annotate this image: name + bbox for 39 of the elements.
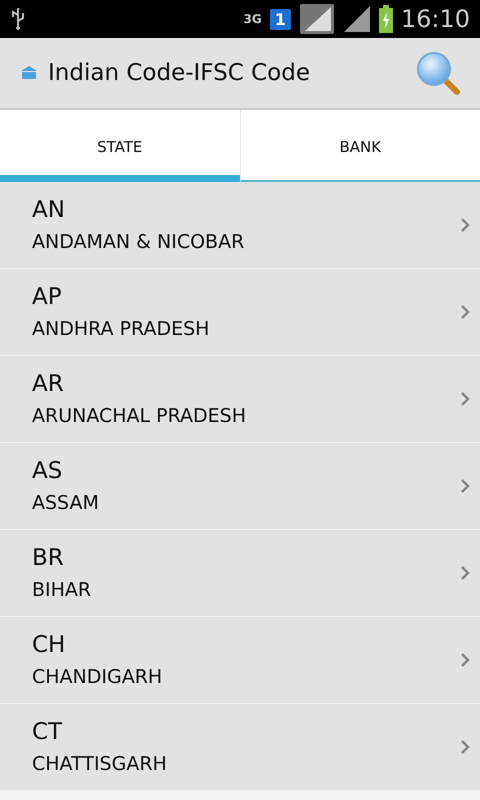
search-icon[interactable] [416,51,460,95]
chevron-icon [460,565,470,581]
state-name: ASSAM [32,492,100,514]
chevron-icon [460,478,470,494]
state-name: CHANDIGARH [32,666,164,688]
signal-icon [342,5,371,33]
state-code: AS [32,458,64,484]
clock: 16:10 [400,5,470,33]
usb-icon [10,7,26,31]
state-code: BR [32,545,65,571]
chevron-icon [460,217,470,233]
state-code: CT [32,719,64,745]
state-code: AR [32,371,65,397]
state-list-item[interactable]: BR BIHAR [0,530,480,617]
state-list-item[interactable]: AP ANDHRA PRADESH [0,269,480,356]
state-list-item[interactable]: AR ARUNACHAL PRADESH [0,356,480,443]
app-title: Indian Code-IFSC Code [48,60,310,86]
state-list-item[interactable]: CH CHANDIGARH [0,617,480,704]
sim-icon: 1 [270,8,291,30]
state-code: CH [32,632,66,658]
network-type: 3G [243,12,262,26]
signal-icon [298,3,335,35]
state-code: AP [32,284,63,310]
state-code: AN [32,197,66,223]
state-name: BIHAR [32,579,92,601]
state-list-item[interactable]: AS ASSAM [0,443,480,530]
state-list-item[interactable]: CT CHATTISGARH [0,704,480,791]
state-name: ANDAMAN & NICOBAR [32,231,246,253]
chevron-icon [460,304,470,320]
bank-icon [20,65,38,81]
state-name: CHATTISGARH [32,753,168,775]
state-list-item[interactable]: AN ANDAMAN & NICOBAR [0,182,480,269]
chevron-icon [460,652,470,668]
chevron-icon [460,391,470,407]
state-name: ARUNACHAL PRADESH [32,405,248,427]
chevron-icon [460,739,470,755]
battery-icon [378,5,393,33]
state-name: ANDHRA PRADESH [32,318,210,340]
tab[interactable]: BANK [240,110,480,182]
